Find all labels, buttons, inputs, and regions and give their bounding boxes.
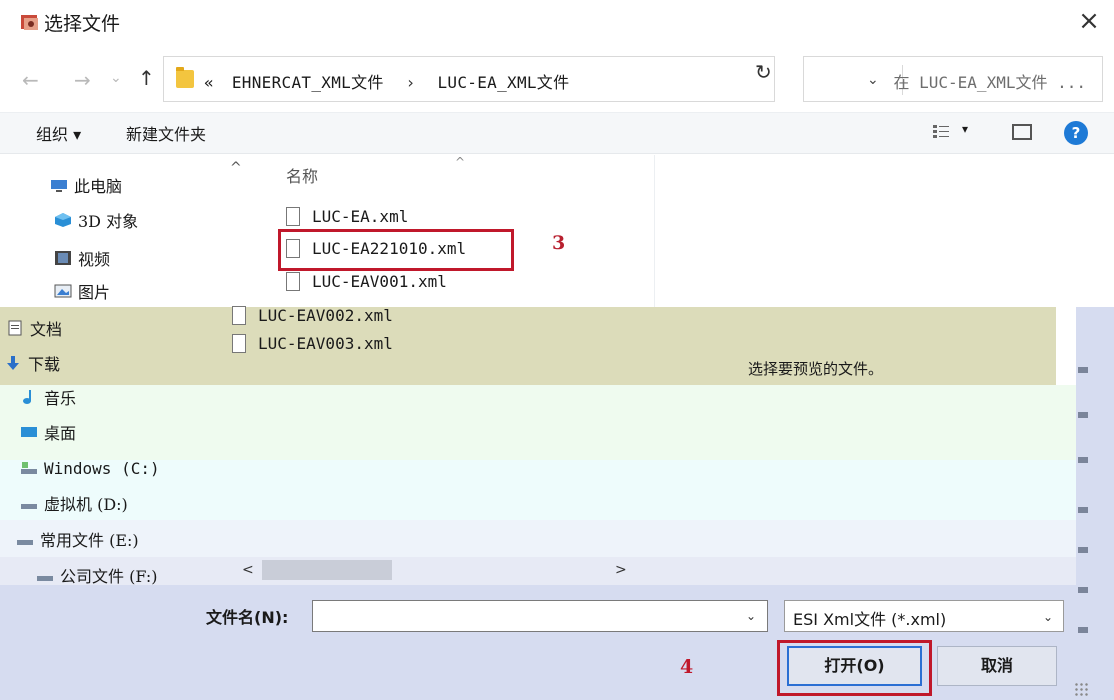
drive-icon bbox=[21, 462, 37, 474]
nav-item-music[interactable]: 音乐 bbox=[20, 382, 76, 412]
drive-icon bbox=[17, 540, 33, 545]
filename-input[interactable] bbox=[312, 600, 768, 632]
title-bar: 选择文件 × bbox=[0, 0, 1114, 44]
drive-icon bbox=[37, 576, 53, 581]
resize-grip[interactable] bbox=[1074, 682, 1090, 698]
sort-arrow-icon: ^ bbox=[455, 155, 466, 169]
view-dropdown-icon[interactable]: ▾ bbox=[962, 122, 968, 136]
folder-icon bbox=[176, 67, 194, 88]
search-placeholder: 在 LUC-EA_XML文件 ... bbox=[893, 73, 1087, 92]
breadcrumb: « EHNERCAT_XML文件 › LUC-EA_XML文件 bbox=[204, 69, 569, 93]
breadcrumb-separator[interactable]: › bbox=[406, 73, 416, 92]
download-icon bbox=[7, 356, 19, 370]
pictures-icon bbox=[54, 284, 72, 298]
xml-file-icon bbox=[232, 333, 246, 353]
refresh-button[interactable]: ↻ bbox=[755, 60, 779, 88]
search-input[interactable]: 在 LUC-EA_XML文件 ... bbox=[803, 56, 1103, 102]
nav-item-drive-f[interactable]: 公司文件 (F:) bbox=[36, 560, 158, 590]
filename-label: 文件名(N): bbox=[206, 608, 289, 627]
render-glitch-band bbox=[0, 307, 1056, 385]
close-button[interactable]: × bbox=[1072, 6, 1106, 38]
nav-item-documents[interactable]: 文档 bbox=[6, 313, 62, 343]
file-item[interactable]: LUC-EAV002.xml bbox=[232, 302, 393, 328]
nav-item-drive-e[interactable]: 常用文件 (E:) bbox=[16, 524, 139, 554]
view-options-icon[interactable] bbox=[932, 123, 950, 141]
organize-button[interactable]: 组织 ▾ bbox=[36, 121, 81, 145]
documents-icon bbox=[8, 320, 22, 336]
breadcrumb-overflow[interactable]: « bbox=[204, 73, 214, 92]
cancel-button[interactable]: 取消 bbox=[937, 646, 1057, 686]
file-type-dropdown-icon: ⌄ bbox=[1043, 610, 1054, 624]
render-glitch-strip bbox=[1076, 307, 1114, 700]
breadcrumb-item[interactable]: EHNERCAT_XML文件 bbox=[232, 73, 384, 92]
file-list: ^ 名称 LUC-EA.xml LUC-EA221010.xml LUC-EAV… bbox=[258, 155, 654, 307]
nav-item-downloads[interactable]: 下载 bbox=[4, 348, 60, 378]
nav-item-videos[interactable]: 视频 bbox=[54, 243, 110, 273]
scrollbar-thumb[interactable] bbox=[262, 560, 392, 580]
render-glitch-band bbox=[0, 385, 1076, 460]
help-icon[interactable]: ? bbox=[1064, 121, 1088, 145]
app-icon bbox=[21, 15, 38, 30]
back-button[interactable]: ← bbox=[22, 68, 39, 92]
nav-item-3d-objects[interactable]: 3D 对象 bbox=[54, 205, 138, 235]
breadcrumb-item[interactable]: LUC-EA_XML文件 bbox=[437, 73, 569, 92]
preview-pane bbox=[654, 155, 1114, 307]
file-item[interactable]: LUC-EAV001.xml bbox=[286, 268, 447, 294]
file-item[interactable]: LUC-EAV003.xml bbox=[232, 330, 393, 356]
file-item[interactable]: LUC-EA221010.xml bbox=[286, 235, 466, 261]
xml-file-icon bbox=[286, 238, 300, 258]
annotation-step-3: 3 bbox=[552, 232, 566, 254]
scroll-left-button[interactable]: < bbox=[242, 562, 254, 578]
nav-item-desktop[interactable]: 桌面 bbox=[20, 417, 76, 447]
nav-item-this-pc[interactable]: 此电脑 bbox=[50, 170, 122, 200]
render-glitch-band bbox=[0, 520, 1076, 557]
annotation-step-4: 4 bbox=[680, 656, 694, 678]
desktop-icon bbox=[21, 427, 37, 437]
file-type-value: ESI Xml文件 (*.xml) bbox=[793, 610, 947, 629]
nav-item-drive-d[interactable]: 虚拟机 (D:) bbox=[20, 488, 128, 518]
pc-icon bbox=[51, 180, 67, 192]
3d-objects-icon bbox=[55, 213, 71, 227]
forward-button[interactable]: → bbox=[74, 68, 91, 92]
xml-file-icon bbox=[286, 206, 300, 226]
xml-file-icon bbox=[286, 271, 300, 291]
filename-dropdown-icon[interactable]: ⌄ bbox=[746, 609, 756, 623]
column-header-name[interactable]: 名称 bbox=[286, 163, 318, 187]
file-item[interactable]: LUC-EA.xml bbox=[286, 203, 408, 229]
horizontal-scrollbar[interactable] bbox=[0, 557, 1076, 585]
open-button[interactable]: 打开(O) bbox=[787, 646, 922, 686]
render-glitch-band bbox=[0, 460, 1076, 520]
toolbar: 组织 ▾ 新建文件夹 ▾ ? bbox=[0, 112, 1114, 154]
video-icon bbox=[55, 251, 71, 265]
drive-icon bbox=[21, 504, 37, 509]
new-folder-button[interactable]: 新建文件夹 bbox=[126, 121, 206, 145]
music-icon bbox=[23, 390, 31, 404]
recent-locations-button[interactable]: ⌄ bbox=[110, 70, 122, 86]
xml-file-icon bbox=[232, 305, 246, 325]
preview-empty-text: 选择要预览的文件。 bbox=[748, 360, 884, 378]
address-bar[interactable]: « EHNERCAT_XML文件 › LUC-EA_XML文件 ⌄ bbox=[163, 56, 903, 102]
up-button[interactable]: ↑ bbox=[138, 66, 155, 90]
nav-scroll-up-button[interactable]: ^ bbox=[230, 160, 242, 176]
scroll-right-button[interactable]: > bbox=[615, 562, 627, 578]
preview-pane-icon[interactable] bbox=[1012, 124, 1032, 140]
nav-item-pictures[interactable]: 图片 bbox=[54, 276, 110, 306]
window-title: 选择文件 bbox=[44, 13, 121, 35]
file-type-select[interactable]: ESI Xml文件 (*.xml) ⌄ bbox=[784, 600, 1064, 632]
nav-item-drive-c[interactable]: Windows (C:) bbox=[20, 453, 160, 483]
